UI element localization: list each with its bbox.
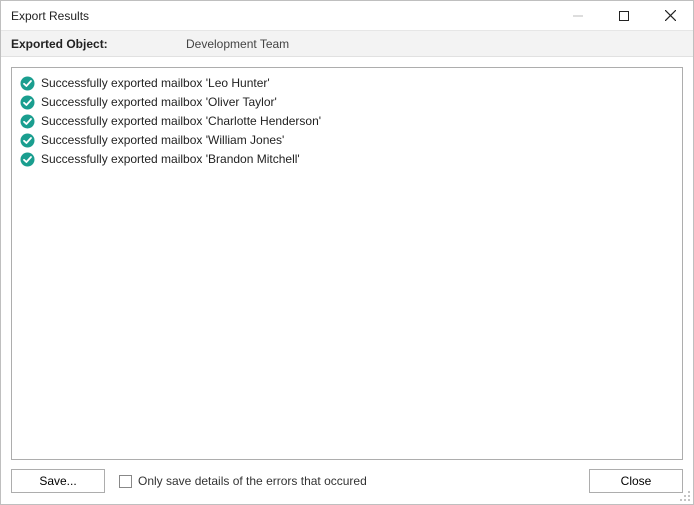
exported-object-value: Development Team [186,37,289,51]
save-button[interactable]: Save... [11,469,105,493]
only-errors-checkbox-wrap[interactable]: Only save details of the errors that occ… [119,474,367,488]
result-row[interactable]: Successfully exported mailbox 'Oliver Ta… [20,93,674,111]
only-errors-checkbox-label: Only save details of the errors that occ… [138,474,367,488]
success-check-icon [20,95,35,110]
minimize-button[interactable] [555,1,601,30]
success-check-icon [20,76,35,91]
result-text: Successfully exported mailbox 'William J… [41,133,284,147]
result-row[interactable]: Successfully exported mailbox 'Leo Hunte… [20,74,674,92]
close-icon [665,10,676,21]
exported-object-header: Exported Object: Development Team [1,31,693,57]
window-controls [555,1,693,30]
export-results-dialog: Export Results Exported Object: Developm… [0,0,694,505]
results-list[interactable]: Successfully exported mailbox 'Leo Hunte… [11,67,683,460]
resize-grip-icon[interactable] [679,490,691,502]
content-area: Successfully exported mailbox 'Leo Hunte… [1,57,693,460]
titlebar[interactable]: Export Results [1,1,693,31]
close-window-button[interactable] [647,1,693,30]
maximize-icon [619,11,629,21]
result-text: Successfully exported mailbox 'Brandon M… [41,152,300,166]
maximize-button[interactable] [601,1,647,30]
window-title: Export Results [1,9,555,23]
success-check-icon [20,114,35,129]
result-row[interactable]: Successfully exported mailbox 'Brandon M… [20,150,674,168]
result-text: Successfully exported mailbox 'Leo Hunte… [41,76,270,90]
success-check-icon [20,152,35,167]
only-errors-checkbox[interactable] [119,475,132,488]
dialog-footer: Save... Only save details of the errors … [1,460,693,504]
success-check-icon [20,133,35,148]
exported-object-label: Exported Object: [11,37,186,51]
result-text: Successfully exported mailbox 'Oliver Ta… [41,95,277,109]
result-row[interactable]: Successfully exported mailbox 'Charlotte… [20,112,674,130]
minimize-icon [573,11,583,21]
result-row[interactable]: Successfully exported mailbox 'William J… [20,131,674,149]
result-text: Successfully exported mailbox 'Charlotte… [41,114,321,128]
close-button[interactable]: Close [589,469,683,493]
